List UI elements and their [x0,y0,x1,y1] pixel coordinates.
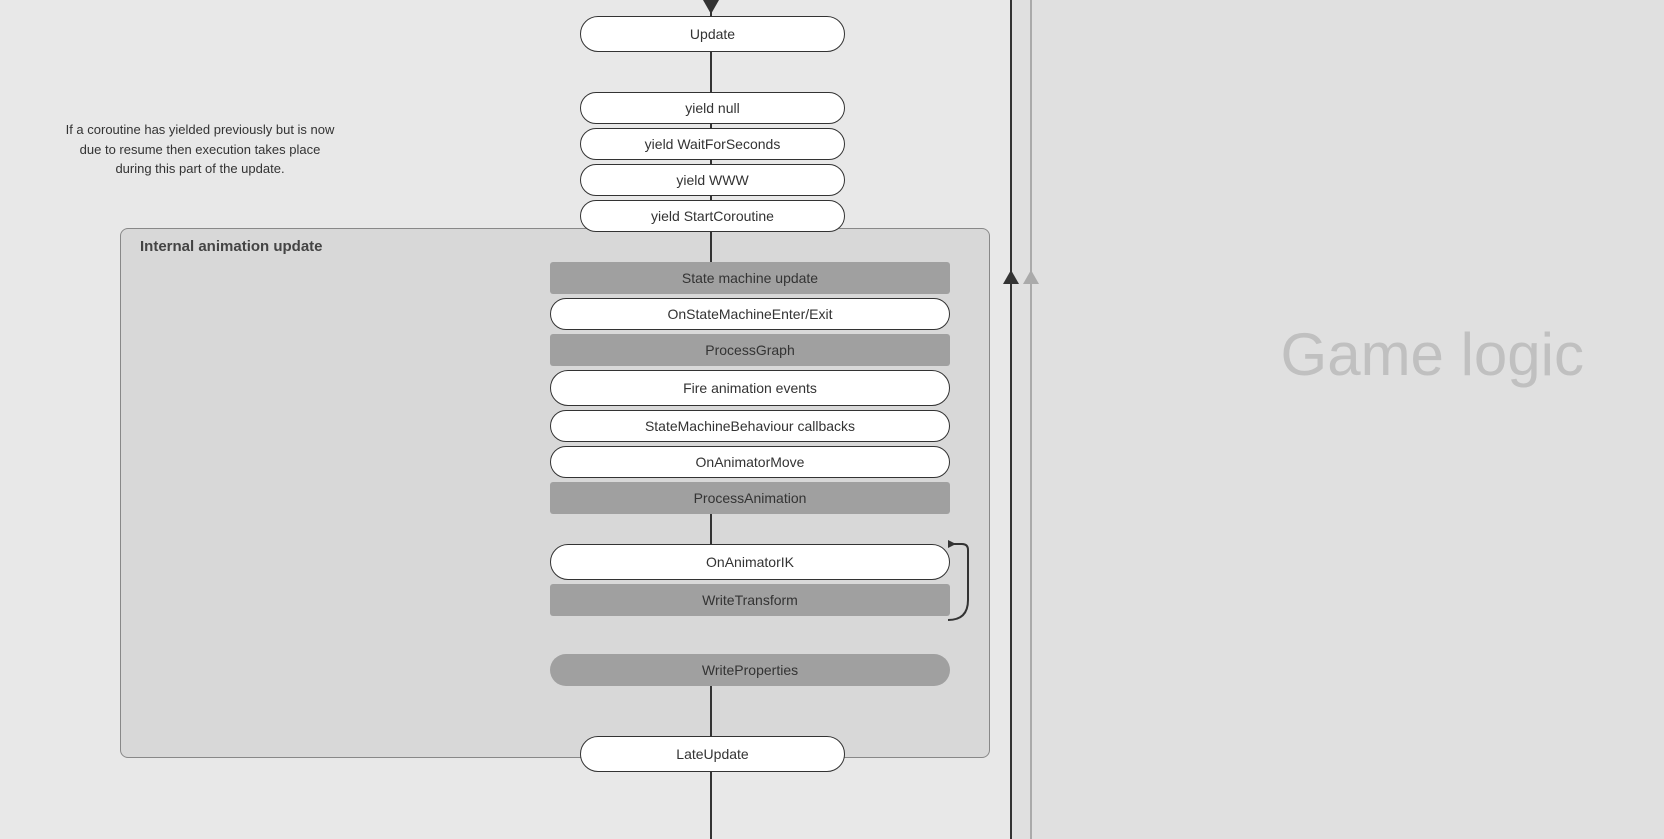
line-lateupdate-down [710,772,712,839]
on-animator-move-node: OnAnimatorMove [550,446,950,478]
write-properties-node: WriteProperties [550,654,950,686]
yield-waitforseconds-node: yield WaitForSeconds [580,128,845,160]
line-box-to-lateupdate [710,686,712,736]
arrow-up-black [1003,270,1019,284]
line-yields-to-box [710,232,712,262]
top-down-arrow [703,0,719,14]
state-machine-behaviour-node: StateMachineBehaviour callbacks [550,410,950,442]
state-machine-update-node: State machine update [550,262,950,294]
right-vertical-line-gray [1030,0,1032,839]
right-panel [1010,0,1664,839]
line-update-to-yields [710,52,712,92]
update-node: Update [580,16,845,52]
yield-startcoroutine-node: yield StartCoroutine [580,200,845,232]
late-update-node: LateUpdate [580,736,845,772]
animation-update-label: Internal animation update [140,238,323,255]
yield-www-node: yield WWW [580,164,845,196]
process-animation-node: ProcessAnimation [550,482,950,514]
process-graph-node: ProcessGraph [550,334,950,366]
yield-null-node: yield null [580,92,845,124]
game-logic-label: Game logic [1281,320,1584,389]
loop-arrow-svg [548,540,968,630]
right-vertical-line-black [1010,0,1012,839]
main-container: Game logic If a coroutine has yielded pr… [0,0,1664,839]
annotation-text: If a coroutine has yielded previously bu… [60,120,340,179]
arrow-up-gray [1023,270,1039,284]
fire-animation-events-node: Fire animation events [550,370,950,406]
on-state-machine-node: OnStateMachineEnter/Exit [550,298,950,330]
